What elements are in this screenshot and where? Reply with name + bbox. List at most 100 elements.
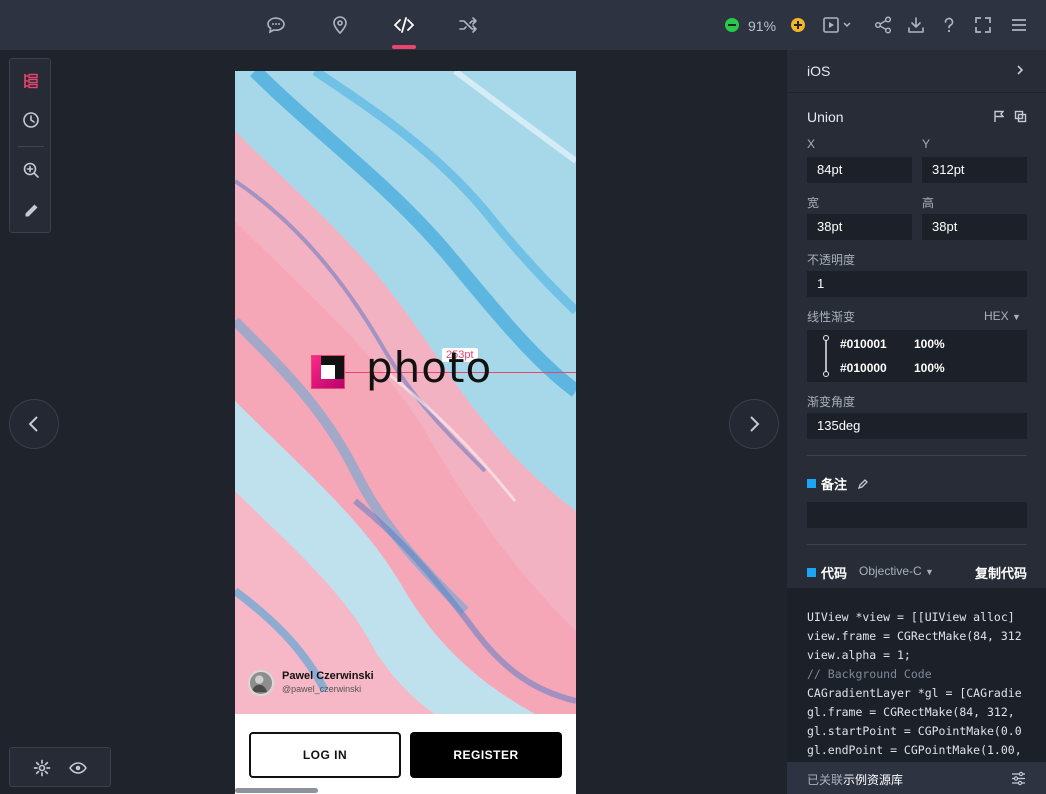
code-line: view.frame = CGRectMake(84, 312 [807, 627, 1046, 646]
code-line: gl.frame = CGRectMake(84, 312, [807, 703, 1046, 722]
code-line: gl.endPoint = CGPointMake(1.00, [807, 741, 1046, 760]
eyedropper-icon[interactable] [20, 200, 42, 222]
code-block[interactable]: UIView *view = [[UIView alloc] view.fram… [787, 588, 1046, 762]
y-label: Y [922, 137, 931, 151]
divider [787, 92, 1046, 93]
gradient-stop-color[interactable]: #010000 [840, 361, 887, 375]
code-text: UIView *view = [[UIView alloc] [807, 610, 1015, 624]
height-label: 高 [922, 196, 935, 210]
angle-label: 渐变角度 [807, 395, 856, 409]
code-line: UIView *view = [[UIView alloc] [807, 608, 1046, 627]
divider [807, 455, 1027, 456]
x-field[interactable]: 84pt [807, 157, 912, 183]
code-text: CAGradientLayer *gl = [CAGradie [807, 686, 1022, 700]
pencil-icon[interactable] [857, 478, 869, 490]
width-label: 宽 [807, 196, 820, 210]
flag-icon[interactable] [993, 110, 1006, 123]
share-icon[interactable] [871, 13, 895, 37]
gradient-stop-opacity[interactable]: 100% [914, 361, 945, 375]
layer-name: Union [807, 109, 844, 125]
chevron-down-icon: ▼ [1012, 312, 1021, 322]
code-text: view.alpha = 1; [807, 648, 911, 662]
copy-code-button[interactable]: 复制代码 [975, 563, 1027, 582]
layers-icon[interactable] [20, 70, 42, 92]
footer-prefix: 已关联 [807, 773, 844, 787]
library-link[interactable]: 示例资源库 [843, 773, 903, 787]
code-line: CAGradientLayer *gl = [CAGradie [807, 684, 1046, 703]
eye-icon[interactable] [68, 758, 88, 778]
code-label: 代码 [821, 566, 848, 581]
section-marker [807, 568, 816, 577]
note-section-header: 备注 [807, 474, 869, 493]
inspector-footer: 已关联示例资源库 [787, 762, 1046, 794]
next-page-button[interactable] [729, 399, 779, 449]
chevron-right-icon[interactable] [1014, 64, 1026, 76]
artboard[interactable]: 253pt photo Pawel Czerwinski @pawel_czer… [235, 71, 576, 794]
gradient-stops: #010001 100% #010000 100% [807, 330, 1027, 382]
linked-library-text: 已关联示例资源库 [807, 771, 903, 788]
zoom-in-button[interactable] [791, 18, 805, 32]
copy-icon[interactable] [1014, 110, 1027, 123]
code-text: view.frame = CGRectMake(84, 312 [807, 629, 1022, 643]
login-button[interactable]: LOG IN [249, 732, 401, 778]
code-text: gl.frame = CGRectMake(84, 312, [807, 705, 1015, 719]
code-text: gl.startPoint = CGPointMake(0.0 [807, 724, 1022, 738]
opacity-field[interactable]: 1 [807, 271, 1027, 297]
previous-page-button[interactable] [9, 399, 59, 449]
gradient-stop-opacity[interactable]: 100% [914, 337, 945, 351]
code-language-select[interactable]: Objective-C ▼ [859, 564, 934, 578]
width-field[interactable]: 38pt [807, 214, 912, 240]
platform-selector[interactable]: iOS [807, 63, 830, 79]
register-button[interactable]: REGISTER [410, 732, 562, 778]
gradient-stop-color[interactable]: #010001 [840, 337, 887, 351]
settings-icon[interactable] [32, 758, 52, 778]
note-label: 备注 [821, 477, 848, 492]
section-marker [807, 479, 816, 488]
code-line: // Background Code [807, 665, 1046, 684]
fullscreen-icon[interactable] [971, 13, 995, 37]
bottom-tool-panel [9, 747, 111, 787]
opacity-label: 不透明度 [807, 253, 856, 267]
marble-background-image [235, 71, 576, 714]
y-field[interactable]: 312pt [922, 157, 1027, 183]
note-field[interactable] [807, 502, 1027, 528]
inspector-panel: iOS Union X Y 84pt 312pt 宽 高 38pt 38pt 不… [787, 50, 1046, 794]
sliders-icon[interactable] [1011, 771, 1026, 786]
zoom-icon[interactable] [20, 159, 42, 181]
photographer-handle: @pawel_czerwinski [282, 684, 362, 694]
help-icon[interactable] [937, 13, 961, 37]
logo-wordmark: photo [366, 343, 493, 392]
code-language-label: Objective-C [859, 564, 922, 578]
history-icon[interactable] [20, 109, 42, 131]
color-format-select[interactable]: HEX ▼ [984, 309, 1021, 323]
left-tool-panel [9, 58, 51, 233]
location-pin-icon[interactable] [328, 13, 352, 37]
comment-icon[interactable] [264, 13, 288, 37]
menu-icon[interactable] [1007, 13, 1031, 37]
gradient-bar[interactable] [822, 335, 830, 377]
height-field[interactable]: 38pt [922, 214, 1027, 240]
horizontal-scrollbar[interactable] [235, 788, 318, 793]
avatar [248, 670, 274, 696]
active-tab-indicator [392, 45, 416, 49]
code-line: gl.startPoint = CGPointMake(0.0 [807, 722, 1046, 741]
angle-field[interactable]: 135deg [807, 413, 1027, 439]
code-comment: // Background Code [807, 667, 932, 681]
top-toolbar: 91% [0, 0, 1046, 50]
gradient-label: 线性渐变 [807, 310, 856, 324]
selection-outline [311, 355, 345, 389]
divider [807, 544, 1027, 545]
chevron-left-icon [28, 416, 38, 432]
chevron-down-icon: ▼ [925, 567, 934, 577]
zoom-out-button[interactable] [725, 18, 739, 32]
x-label: X [807, 137, 816, 151]
download-icon[interactable] [904, 13, 928, 37]
code-icon[interactable] [392, 13, 416, 37]
tool-separator [18, 146, 44, 147]
play-icon[interactable] [820, 13, 854, 37]
shuffle-icon[interactable] [456, 13, 480, 37]
code-section-header: 代码 [807, 563, 847, 582]
color-format-label: HEX [984, 309, 1009, 323]
zoom-level: 91% [748, 18, 777, 34]
code-text: gl.endPoint = CGPointMake(1.00, [807, 743, 1022, 757]
